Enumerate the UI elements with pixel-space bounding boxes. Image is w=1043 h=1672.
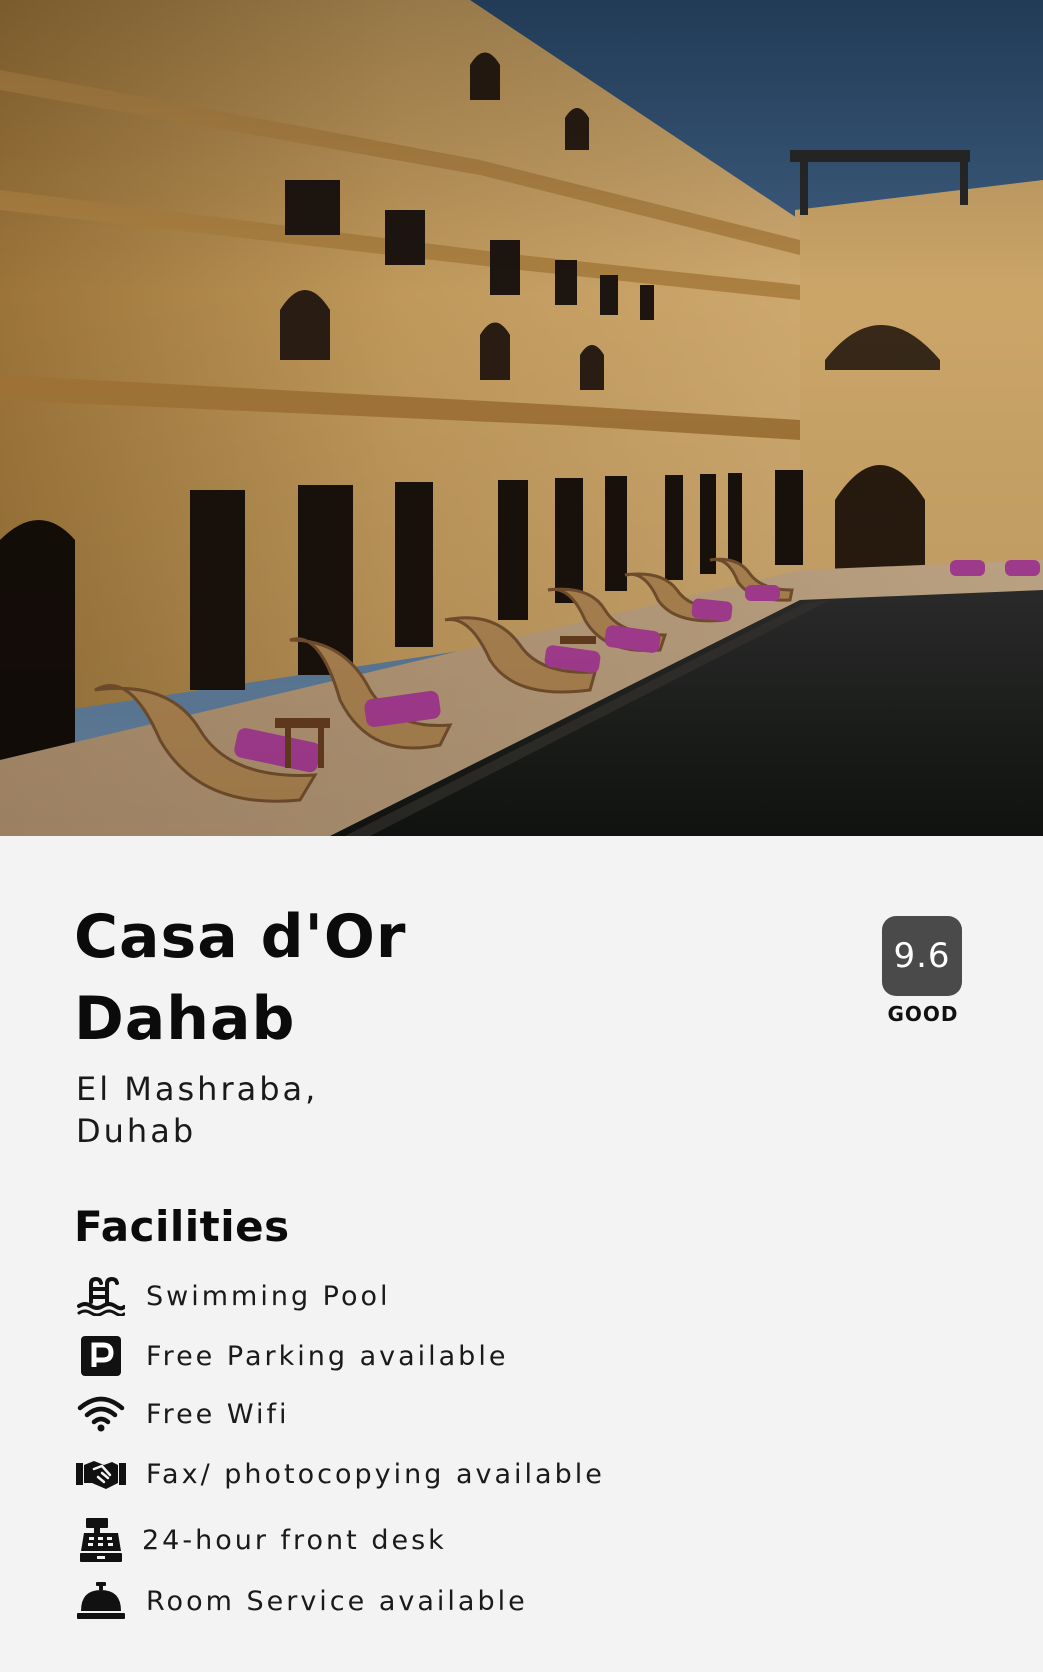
location-line2: Duhab [76, 1112, 197, 1150]
facility-item-room-service: Room Service available [76, 1577, 776, 1625]
hotel-hero-image [0, 0, 1043, 836]
cash-register-icon [76, 1517, 126, 1563]
hotel-photo [0, 0, 1043, 836]
facility-label: Free Parking available [146, 1340, 509, 1372]
facility-label: Swimming Pool [146, 1280, 391, 1312]
swimming-pool-icon [76, 1273, 126, 1319]
facility-item-swimming-pool: Swimming Pool [76, 1272, 776, 1320]
facility-label: Free Wifi [146, 1398, 290, 1430]
hotel-name-line2: Dahab [74, 984, 296, 1054]
rating-label: GOOD [887, 1002, 959, 1026]
hotel-location: El Mashraba, Duhab [76, 1068, 376, 1152]
rating-block: 9.6 GOOD [882, 916, 964, 1026]
wifi-icon [76, 1391, 126, 1437]
facility-item-wifi: Free Wifi [76, 1390, 776, 1438]
hotel-info-panel: Casa d'Or Dahab El Mashraba, Duhab 9.6 G… [0, 836, 1043, 1672]
facility-item-front-desk: 24-hour front desk [76, 1516, 776, 1564]
service-bell-icon [76, 1578, 126, 1624]
facility-item-fax: Fax/ photocopying available [76, 1450, 776, 1498]
facilities-heading: Facilities [74, 1202, 290, 1251]
rating-score-badge: 9.6 [882, 916, 962, 996]
parking-icon [76, 1333, 126, 1379]
handshake-icon [76, 1451, 126, 1497]
hotel-name-line1: Casa d'Or [74, 902, 407, 972]
hotel-name: Casa d'Or Dahab [74, 896, 554, 1060]
facility-item-parking: Free Parking available [76, 1332, 776, 1380]
facility-label: 24-hour front desk [142, 1524, 447, 1556]
facility-label: Fax/ photocopying available [146, 1458, 605, 1490]
location-line1: El Mashraba, [76, 1070, 319, 1108]
facility-label: Room Service available [146, 1585, 528, 1617]
